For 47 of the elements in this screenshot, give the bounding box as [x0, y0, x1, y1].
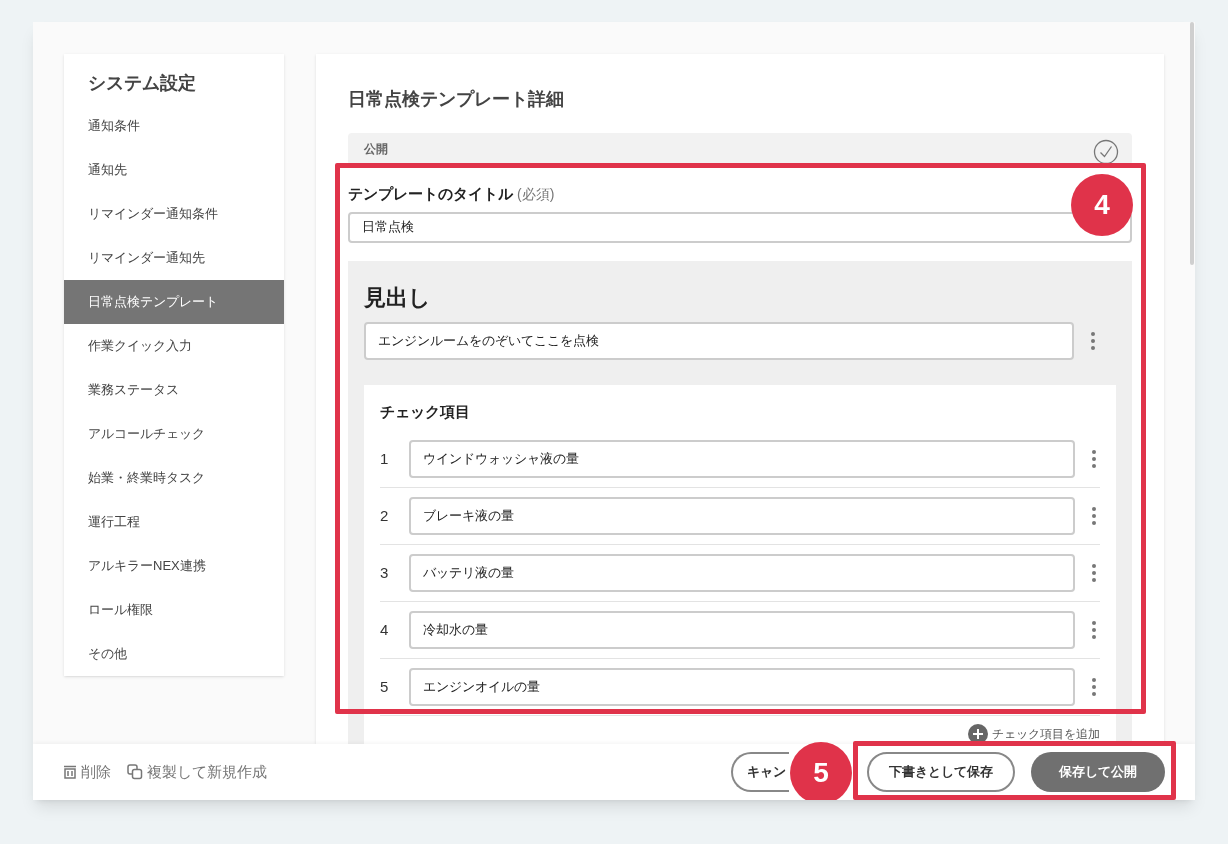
item-number: 5: [380, 676, 390, 697]
plus-circle-icon[interactable]: [968, 724, 988, 744]
action-button[interactable]: 保存して公開: [1031, 752, 1165, 792]
field-label: テンプレートのタイトル: [348, 184, 513, 204]
sidebar-item[interactable]: その他: [64, 632, 284, 676]
checklist-input[interactable]: 冷却水の量: [409, 611, 1075, 649]
section-heading: 見出し: [364, 283, 432, 312]
more-icon[interactable]: [1092, 621, 1096, 639]
more-icon[interactable]: [1092, 564, 1096, 582]
sidebar-item[interactable]: ロール権限: [64, 588, 284, 632]
sidebar-title: システム設定: [87, 72, 197, 95]
checklist-input[interactable]: ブレーキ液の量: [409, 497, 1075, 535]
action-button[interactable]: キャン: [731, 752, 789, 792]
item-number: 1: [380, 448, 390, 469]
heading-input[interactable]: エンジンルームをのぞいてここを点検: [364, 321, 1074, 360]
sidebar-item[interactable]: 通知先: [64, 148, 284, 192]
checklist-input[interactable]: バッテリ液の量: [409, 554, 1075, 592]
item-number: 2: [380, 505, 390, 526]
required-note: (必須): [517, 185, 555, 204]
copy-icon: [127, 764, 143, 780]
public-label: 公開: [364, 141, 388, 158]
sidebar-item[interactable]: 作業クイック入力: [64, 324, 284, 368]
sidebar-item[interactable]: 業務ステータス: [64, 368, 284, 412]
sidebar-item[interactable]: 日常点検テンプレート: [64, 280, 284, 324]
item-number: 4: [380, 619, 390, 640]
delete-button[interactable]: 削除: [63, 760, 111, 784]
more-icon[interactable]: [1092, 507, 1096, 525]
trash-icon: [63, 765, 77, 779]
sidebar-item[interactable]: 通知条件: [64, 104, 284, 148]
duplicate-button[interactable]: 複製して新規作成: [127, 760, 267, 784]
more-icon[interactable]: [1092, 678, 1096, 696]
add-item-link[interactable]: チェック項目を追加: [992, 725, 1100, 743]
sidebar-item[interactable]: アルコールチェック: [64, 412, 284, 456]
checklist-heading: チェック項目: [380, 401, 471, 422]
sidebar-item[interactable]: リマインダー通知先: [64, 236, 284, 280]
sidebar-item[interactable]: 運行工程: [64, 500, 284, 544]
sidebar-item[interactable]: アルキラーNEX連携: [64, 544, 284, 588]
action-button[interactable]: 下書きとして保存: [867, 752, 1015, 792]
checklist-input[interactable]: エンジンオイルの量: [409, 668, 1075, 706]
page-title: 日常点検テンプレート詳細: [348, 88, 565, 111]
more-icon[interactable]: [1091, 331, 1095, 350]
sidebar-item[interactable]: リマインダー通知条件: [64, 192, 284, 236]
checklist-input[interactable]: ウインドウォッシャ液の量: [409, 440, 1075, 478]
sidebar-item[interactable]: 始業・終業時タスク: [64, 456, 284, 500]
item-number: 3: [380, 562, 390, 583]
check-circle-icon: [1093, 139, 1119, 165]
more-icon[interactable]: [1092, 450, 1096, 468]
